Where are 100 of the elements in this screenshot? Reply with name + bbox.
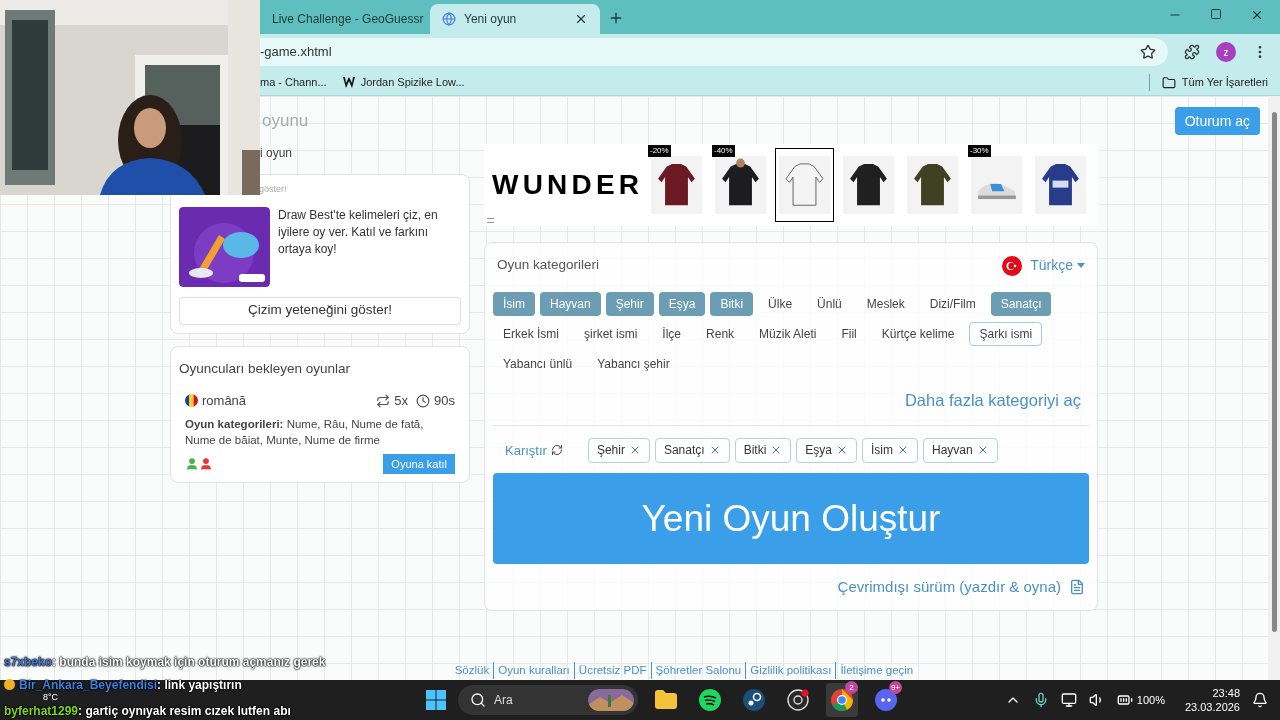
draw-skill-button[interactable]: Çizim yeteneğini göster! — [179, 296, 461, 325]
category-chip[interactable]: Erkek İsmi — [493, 322, 569, 346]
taskbar-app[interactable]: 9+ — [870, 683, 902, 717]
steam-icon[interactable] — [743, 689, 765, 711]
footer-link[interactable]: Sözlük — [450, 661, 494, 679]
notification-badge: 9+ — [888, 681, 902, 694]
weather-text: 8°C — [43, 693, 59, 702]
flag-icon — [185, 394, 198, 407]
address-bar[interactable]: -game.xhtml — [260, 38, 1168, 66]
browser-tab[interactable]: Live Challenge - GeoGuessr — [260, 4, 430, 34]
brand-logo: WUNDER — [492, 168, 642, 202]
spotify-icon[interactable] — [699, 689, 721, 711]
w-logo-icon — [342, 77, 355, 88]
bookmark[interactable]: Jordan Spizike Low... — [342, 74, 465, 91]
footer-link[interactable]: Ücretsiz PDF — [573, 661, 651, 679]
extensions-icon[interactable] — [1184, 44, 1200, 60]
pdf-icon — [1069, 579, 1085, 595]
selected-category-tag: Şehir — [587, 437, 650, 463]
menu-icon — [487, 218, 494, 223]
star-icon[interactable] — [1140, 44, 1156, 60]
ad-banner[interactable]: WUNDER -20% -40% -30% — [484, 144, 1098, 226]
footer-link[interactable]: İletişime geçin — [835, 661, 918, 679]
language-dropdown[interactable]: Türkçe — [1030, 255, 1085, 276]
chat-message: : bunda isim koymak için oturum açmanız gerek — [52, 653, 326, 671]
selected-category-tag: Eşya — [796, 437, 857, 463]
category-chip[interactable]: Müzik Aleti — [749, 322, 827, 346]
more-categories-link[interactable]: Daha fazla kategoriyi aç — [904, 388, 1081, 413]
game-categories: Oyun kategorileri: Nume, Râu, Nume de fată, Nume de băiat, Munte, Nume de firme — [185, 417, 425, 449]
close-icon[interactable] — [1250, 8, 1264, 22]
browser-tab[interactable]: Yeni oyun — [430, 4, 600, 34]
category-chip[interactable]: şirket ismi — [574, 322, 648, 346]
battery-level: 100% — [1136, 692, 1165, 708]
category-chip[interactable]: Fiil — [831, 322, 867, 346]
discord-icon[interactable] — [875, 689, 897, 711]
game-language: română — [202, 391, 247, 410]
clock-date: 23.03.2026 — [1184, 700, 1240, 714]
chrome-icon[interactable] — [831, 689, 853, 711]
record-icon[interactable] — [787, 689, 809, 711]
card-title: Oyun kategorileri — [497, 256, 601, 275]
selected-category-tag: İsim — [862, 437, 918, 463]
caret-icon — [1077, 263, 1085, 268]
flag-icon — [1002, 255, 1023, 276]
category-chip[interactable]: Ünlü — [807, 292, 852, 316]
time-limit: 90s — [434, 391, 455, 410]
globe-icon — [442, 12, 456, 26]
rounds-icon — [376, 393, 391, 408]
category-chip[interactable]: Dizi/Film — [919, 292, 986, 316]
close-icon[interactable] — [574, 12, 588, 26]
breadcrumb: i oyun — [259, 145, 294, 162]
product-tile[interactable]: -40% — [711, 148, 770, 222]
profile-avatar[interactable]: z — [1216, 42, 1236, 62]
taskbar-app[interactable]: 2 — [826, 683, 858, 717]
windows-icon[interactable] — [426, 690, 446, 710]
discount-badge: -20% — [648, 145, 671, 157]
category-chip[interactable]: Meslek — [856, 292, 915, 316]
refresh-icon — [550, 444, 563, 457]
footer-link[interactable]: Şöhretler Salonu — [650, 661, 746, 679]
search-icon — [470, 692, 486, 708]
offline-version-link[interactable]: Çevrimdışı sürüm (yazdır & oyna) — [837, 575, 1061, 599]
clock-icon — [416, 393, 431, 408]
battery-icon — [1116, 692, 1133, 708]
category-chip[interactable]: İlçe — [652, 322, 692, 346]
url-text: -game.xhtml — [260, 43, 333, 62]
category-chip[interactable]: Yabancı ünlü — [493, 352, 583, 376]
bell-icon[interactable] — [1252, 692, 1268, 708]
all-bookmarks[interactable]: Tüm Yer İşaretleri — [1148, 74, 1268, 91]
rounds-count: 5x — [394, 391, 409, 410]
footer-link[interactable]: Gizlilik politikası — [745, 661, 836, 679]
promo-caption: göster! — [258, 183, 288, 196]
monitor-icon[interactable] — [1060, 692, 1077, 708]
search-field[interactable]: Ara — [458, 685, 638, 715]
selected-category-tag: Hayvan — [923, 437, 998, 463]
bookmark[interactable]: ma - Chann... — [260, 74, 327, 91]
product-tile[interactable]: -30% — [967, 148, 1026, 222]
category-chip[interactable]: Renk — [696, 322, 745, 346]
selected-category-tag: Bitki — [734, 437, 792, 463]
product-tile[interactable]: -20% — [647, 148, 706, 222]
scrollbar[interactable] — [1268, 96, 1280, 680]
card-title: Oyuncuları bekleyen oyunlar — [179, 359, 352, 378]
category-chip[interactable]: Kürtçe kelime — [871, 322, 965, 346]
folder-icon — [1161, 75, 1176, 90]
shuffle-button[interactable]: Karıştır — [505, 440, 563, 460]
chat-username: s7xbeko — [4, 653, 53, 671]
selected-category-tag: Sanatçı — [654, 437, 730, 463]
clock-time: 23:48 — [1212, 686, 1240, 700]
chat-message: : gartiç oynıyak resim cızek lutfen abı — [78, 702, 291, 720]
new-tab-icon[interactable] — [608, 10, 624, 26]
page-title: oyunu — [262, 110, 309, 133]
notification-badge: 2 — [845, 681, 858, 694]
category-chip[interactable]: Yabancı şehir — [587, 352, 680, 376]
category-chip[interactable]: Şarkı ismi — [969, 322, 1043, 346]
promo-text: Draw Best'te kelimeleri çiz, en iyilere oy ver. Katıl ve farkını ortaya koy! — [278, 206, 439, 258]
chat-message: : link yapıştırın — [157, 676, 242, 694]
maximize-icon[interactable] — [1210, 8, 1222, 20]
product-tile[interactable] — [775, 148, 834, 222]
discount-badge: -40% — [712, 145, 735, 157]
tab-title: Live Challenge - GeoGuessr — [272, 11, 424, 28]
discount-badge: -30% — [968, 145, 991, 157]
category-chip[interactable]: Ülke — [758, 292, 803, 316]
tab-title: Yeni oyun — [464, 11, 518, 28]
